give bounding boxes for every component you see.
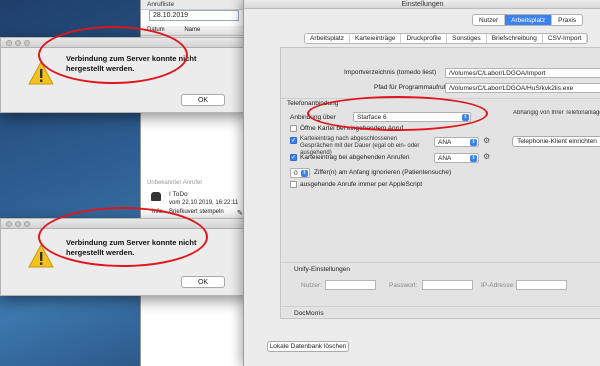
tab-nutzer[interactable]: Nutzer xyxy=(473,15,506,25)
call-list-partial-row: Unbekannter Anrufer xyxy=(147,180,203,186)
warning-icon xyxy=(28,243,54,268)
telephony-client-button[interactable]: Telephonie-Klient einrichten xyxy=(512,136,600,147)
delete-local-db-button[interactable]: Lokale Datenbank löschen xyxy=(267,341,349,352)
divider xyxy=(281,262,600,263)
telefonanbindung-heading: Telefonanbindung xyxy=(287,100,339,107)
call-list-columns: Datum Name xyxy=(141,26,251,36)
applescript-label: ausgehende Anrufe immer per AppleScript xyxy=(300,181,423,188)
anbindung-select[interactable]: Starface 6 ⇕ xyxy=(353,112,471,122)
program-path-label: Pfad für Programmaufruf xyxy=(374,84,446,91)
error-dialog-2: Verbindung zum Server konnte nicht herge… xyxy=(0,218,248,296)
warning-icon xyxy=(28,60,54,85)
subtab-arbeitsplatz[interactable]: Arbeitsplatz xyxy=(305,34,350,43)
entry-done-value: ANA xyxy=(438,139,452,146)
todo-label: ! ToDo xyxy=(169,191,188,198)
error-dialog-1: Verbindung zum Server konnte nicht herge… xyxy=(0,37,248,113)
sub-tab-bar: Arbeitsplatz Karteieinträge Druckprofile… xyxy=(304,33,589,44)
entry-rejected-select[interactable]: ANA ⇕ xyxy=(434,153,479,163)
hint-text: Abhängig von Ihrer Telefonanlage sind gg… xyxy=(513,110,600,116)
dialog-message: Verbindung zum Server konnte nicht herge… xyxy=(66,54,197,73)
subtab-briefschreibung[interactable]: Briefschreibung xyxy=(487,34,543,43)
divider xyxy=(281,306,600,307)
gear-icon[interactable]: ⚙ xyxy=(483,136,490,145)
digits-label: Ziffer(n) am Anfang ignorieren (Patiente… xyxy=(314,169,452,176)
ip-label: IP-Adresse: xyxy=(481,282,515,289)
column-datum[interactable]: Datum xyxy=(147,27,165,33)
password-label: Passwort: xyxy=(389,282,418,289)
digits-stepper[interactable]: 0 ⇕ xyxy=(290,168,310,178)
todo-date: vom 22.10.2019, 16:22:11 xyxy=(169,200,239,206)
column-name[interactable]: Name xyxy=(184,27,200,33)
chevron-updown-icon: ⇕ xyxy=(462,114,469,121)
ip-field[interactable] xyxy=(516,280,567,290)
tab-praxis[interactable]: Praxis xyxy=(552,15,582,25)
edit-pencil-icon[interactable]: ✎ xyxy=(237,209,243,217)
zoom-button[interactable] xyxy=(24,221,30,227)
zoom-button[interactable] xyxy=(24,40,30,46)
minimize-button[interactable] xyxy=(15,40,21,46)
unify-heading: Unify-Einstellungen xyxy=(294,266,351,273)
divider xyxy=(281,98,600,99)
settings-panel: Importverzeichnis (tomedo liest) /Volume… xyxy=(280,47,600,319)
entry-rejected-value: ANA xyxy=(438,155,452,162)
call-list-date-field[interactable]: 28.10.2019 xyxy=(149,10,239,21)
tab-arbeitsplatz[interactable]: Arbeitsplatz xyxy=(505,15,553,25)
ok-button[interactable]: OK xyxy=(181,94,225,106)
dialog-message: Verbindung zum Server konnte nicht herge… xyxy=(66,238,197,257)
preferences-window: Einstellungen Nutzer Arbeitsplatz Praxis… xyxy=(243,0,600,366)
close-button[interactable] xyxy=(6,221,12,227)
program-path-field[interactable]: /Volumes/C/Labor/LDGOA/HuS/kvk2lis.exe xyxy=(445,83,600,93)
user-label: Nutzer: xyxy=(301,282,322,289)
chevron-updown-icon: ⇕ xyxy=(301,170,308,177)
subtab-csv-import[interactable]: CSV-Import xyxy=(543,34,588,43)
open-card-checkbox[interactable] xyxy=(290,125,297,132)
dialog-titlebar xyxy=(1,219,247,229)
call-list-header: Anrufliste xyxy=(141,0,250,10)
user-field[interactable] xyxy=(325,280,376,290)
entry-done-select[interactable]: ANA ⇕ xyxy=(434,137,479,147)
dialog-titlebar xyxy=(1,38,247,48)
entry-rejected-label: Karteieintrag bei abgehenden Anrufen xyxy=(300,154,410,161)
subtab-druckprofile[interactable]: Druckprofile xyxy=(401,34,448,43)
applescript-checkbox[interactable] xyxy=(290,181,297,188)
gear-icon[interactable]: ⚙ xyxy=(483,152,490,161)
docmorris-heading: DocMorris xyxy=(294,310,324,317)
entry-rejected-checkbox[interactable]: ✓ xyxy=(290,154,297,161)
printer-icon xyxy=(151,192,161,201)
entry-done-checkbox[interactable]: ✓ xyxy=(290,137,297,144)
window-title: Einstellungen xyxy=(244,0,600,9)
open-card-label: Öffne Kartei bei eingehendem Anruf xyxy=(300,125,404,132)
digits-value: 0 xyxy=(294,170,298,177)
password-field[interactable] xyxy=(422,280,473,290)
todo-info: Briefkuvert stempeln xyxy=(169,209,224,215)
todo-info-label: Info: xyxy=(152,209,164,215)
chevron-updown-icon: ⇕ xyxy=(470,155,477,162)
top-tab-bar: Nutzer Arbeitsplatz Praxis xyxy=(472,14,584,26)
chevron-updown-icon: ⇕ xyxy=(470,139,477,146)
anbindung-value: Starface 6 xyxy=(357,114,387,121)
import-dir-label: Importverzeichnis (tomedo liest) xyxy=(344,69,437,76)
ok-button[interactable]: OK xyxy=(181,276,225,288)
anbindung-label: Anbindung über xyxy=(290,114,336,121)
minimize-button[interactable] xyxy=(15,221,21,227)
subtab-karteieintraege[interactable]: Karteieinträge xyxy=(350,34,402,43)
close-button[interactable] xyxy=(6,40,12,46)
subtab-sonstiges[interactable]: Sonstiges xyxy=(447,34,487,43)
import-dir-field[interactable]: /Volumes/C/Labor/LDGOA/Import xyxy=(445,68,600,78)
